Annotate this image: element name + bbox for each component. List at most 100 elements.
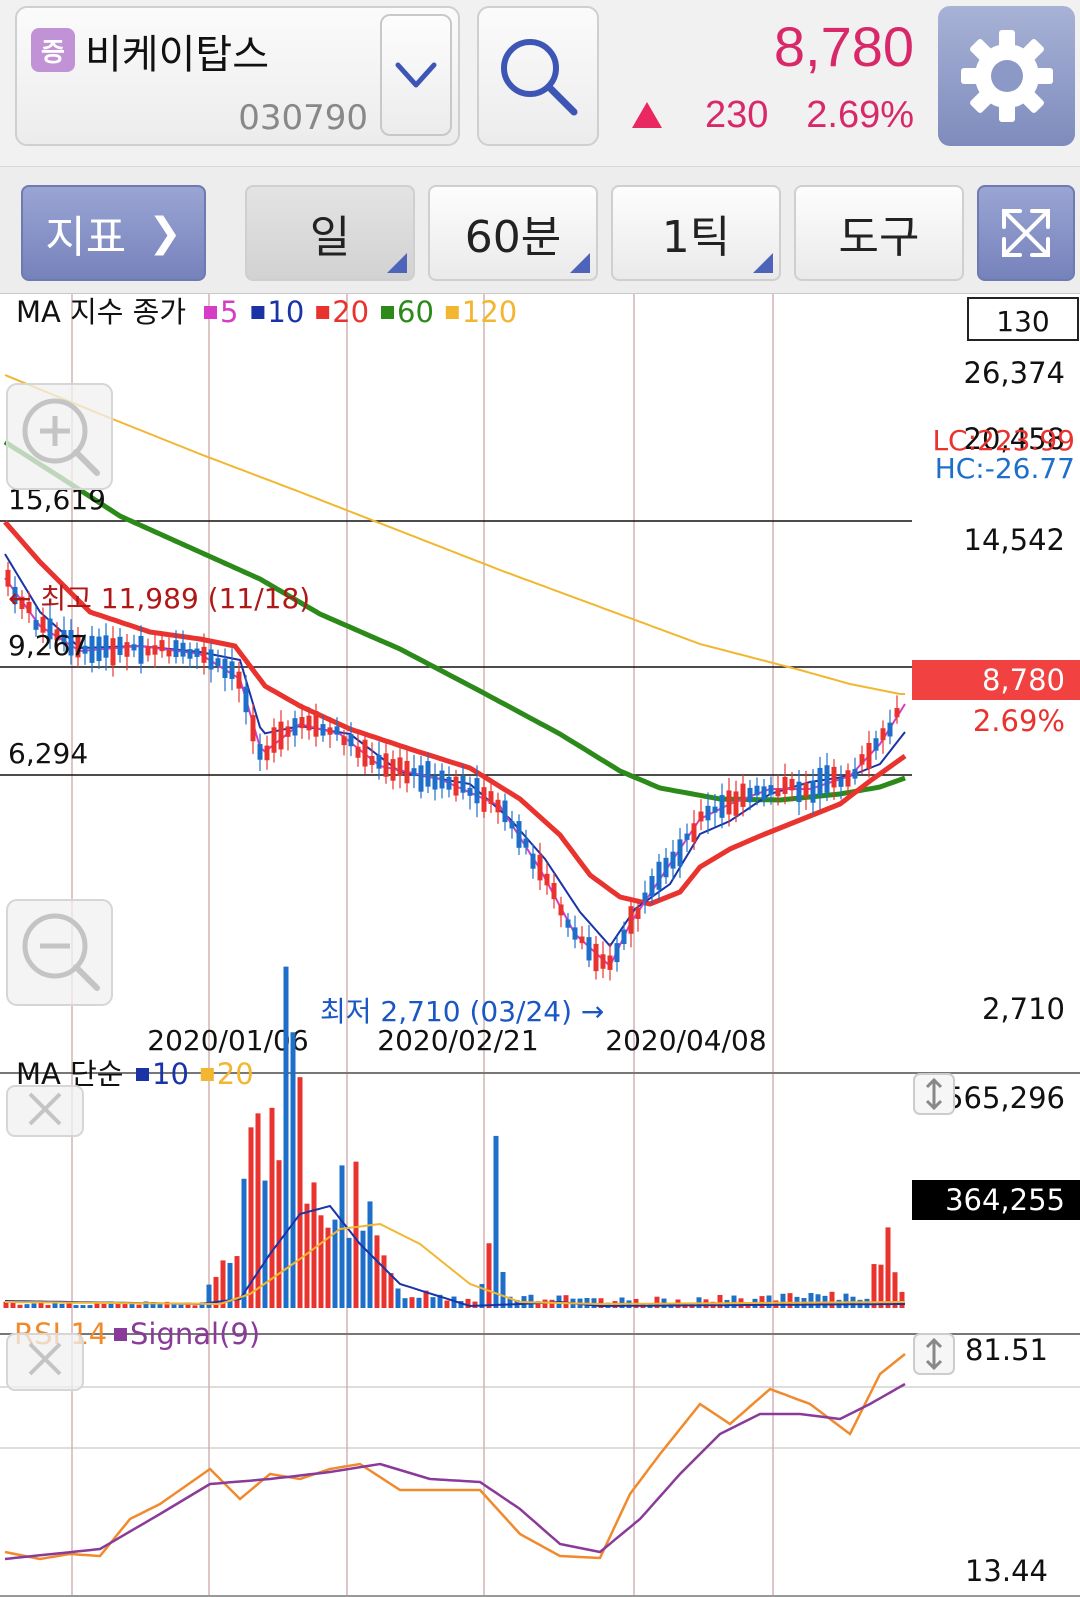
hline-label-2: 9,267 bbox=[8, 629, 88, 662]
candle-body bbox=[663, 857, 669, 878]
volume-bar bbox=[73, 1305, 79, 1308]
volume-bar bbox=[311, 1182, 317, 1308]
horizontal-price-lines bbox=[0, 520, 912, 776]
y-axis-label-4: 2,710 bbox=[982, 992, 1065, 1026]
zoom-in-button[interactable] bbox=[6, 383, 113, 490]
candle-body bbox=[740, 783, 746, 807]
y-axis-label-3: 14,542 bbox=[964, 523, 1065, 557]
candle-body bbox=[502, 800, 508, 823]
legend-swatch bbox=[381, 306, 394, 319]
candle-body bbox=[313, 711, 319, 737]
price-change: 230 bbox=[705, 94, 769, 136]
close-rsi-button[interactable] bbox=[6, 1333, 84, 1391]
gear-icon bbox=[960, 30, 1053, 122]
volume-bar bbox=[290, 1032, 296, 1308]
candle-body bbox=[131, 644, 137, 651]
y-axis-label-1: 26,374 bbox=[964, 356, 1065, 390]
legend-label: 60 bbox=[397, 295, 434, 329]
candle-body bbox=[138, 635, 144, 664]
period-60min-button[interactable]: 60분 bbox=[428, 185, 598, 281]
volume-bar bbox=[178, 1304, 184, 1308]
high-annotation: ← 최고 11,989 (11/18) bbox=[8, 582, 310, 615]
close-volume-button[interactable] bbox=[6, 1085, 84, 1137]
candle-body bbox=[656, 861, 662, 890]
candle-body bbox=[705, 805, 711, 821]
candle-body bbox=[677, 839, 683, 867]
period-60min-label: 60분 bbox=[464, 212, 562, 263]
rsi-min-label: 13.44 bbox=[965, 1554, 1048, 1588]
candle-body bbox=[299, 716, 305, 729]
stock-chart[interactable]: MA 지수 종가 5 10 20 60 120 130 26,374 20,458 14… bbox=[0, 294, 1080, 1597]
legend-label: 10 bbox=[152, 1057, 189, 1091]
candle-body bbox=[838, 777, 844, 787]
volume-bar bbox=[318, 1215, 324, 1308]
volume-bar bbox=[402, 1298, 408, 1308]
current-pct-label: 2.69% bbox=[973, 704, 1065, 738]
candle-body bbox=[817, 767, 823, 796]
candle-body bbox=[726, 790, 732, 815]
candle-body bbox=[124, 642, 130, 657]
volume-bar bbox=[136, 1304, 142, 1308]
volume-bar bbox=[388, 1273, 394, 1308]
candle-body bbox=[383, 753, 389, 777]
stock-selector[interactable]: 증 비케이탑스 030790 bbox=[15, 6, 460, 146]
candle-body bbox=[537, 854, 543, 881]
search-button[interactable] bbox=[477, 6, 599, 146]
candle-body bbox=[789, 778, 795, 791]
zoom-out-button[interactable] bbox=[6, 899, 113, 1006]
candle-body bbox=[460, 776, 466, 793]
volume-bar bbox=[80, 1305, 86, 1308]
candle-body bbox=[621, 929, 627, 944]
ma60-line bbox=[3, 439, 906, 803]
candle-body bbox=[747, 787, 753, 803]
candle-body bbox=[362, 739, 368, 767]
candle-body bbox=[628, 906, 634, 934]
volume-bar bbox=[381, 1255, 387, 1308]
period-tick-label: 1틱 bbox=[661, 212, 731, 263]
candle-body bbox=[796, 781, 802, 803]
stock-dropdown-button[interactable] bbox=[380, 14, 452, 136]
candle-body bbox=[348, 734, 354, 747]
resize-volume-panel-button[interactable] bbox=[913, 1073, 955, 1115]
indicator-button[interactable]: 지표 ❯ bbox=[21, 185, 206, 281]
legend-label: Signal(9) bbox=[130, 1317, 260, 1351]
volume-bar bbox=[360, 1230, 366, 1308]
candle-body bbox=[117, 636, 123, 656]
legend-label: 20 bbox=[217, 1057, 254, 1091]
candle-body bbox=[607, 955, 613, 970]
candle-body bbox=[306, 715, 312, 731]
resize-rsi-panel-button[interactable] bbox=[913, 1333, 955, 1375]
stock-code: 030790 bbox=[238, 98, 368, 138]
period-day-button[interactable]: 일 bbox=[245, 185, 415, 281]
candle-body bbox=[712, 806, 718, 813]
fullscreen-button[interactable] bbox=[977, 185, 1075, 281]
legend-swatch bbox=[251, 306, 265, 319]
volume-bar bbox=[444, 1300, 450, 1308]
candle-body bbox=[418, 765, 424, 792]
settings-button[interactable] bbox=[938, 6, 1075, 146]
candle-body bbox=[467, 787, 473, 796]
volume-ma10-line bbox=[4, 1204, 905, 1308]
volume-bar bbox=[808, 1292, 814, 1308]
volume-bar bbox=[731, 1295, 737, 1308]
volume-bar bbox=[843, 1293, 849, 1308]
candle-body bbox=[222, 658, 228, 679]
volume-bar bbox=[395, 1288, 401, 1308]
candle-body bbox=[236, 671, 242, 689]
volume-bar bbox=[885, 1227, 891, 1308]
tools-button[interactable]: 도구 bbox=[794, 185, 964, 281]
rsi-max-label: 81.51 bbox=[965, 1333, 1048, 1367]
period-tick-button[interactable]: 1틱 bbox=[611, 185, 781, 281]
hline-label-3: 6,294 bbox=[8, 737, 88, 770]
candle-body bbox=[698, 811, 704, 822]
candle-body bbox=[215, 658, 221, 667]
candle-body bbox=[649, 875, 655, 897]
candle-body bbox=[404, 760, 410, 784]
candle-body bbox=[530, 853, 536, 869]
candle-body bbox=[516, 821, 522, 848]
candle-body bbox=[614, 943, 620, 963]
candle-body bbox=[509, 821, 515, 829]
candle-body bbox=[341, 736, 347, 746]
volume-bar bbox=[493, 1135, 499, 1308]
volume-bar bbox=[101, 1303, 107, 1308]
